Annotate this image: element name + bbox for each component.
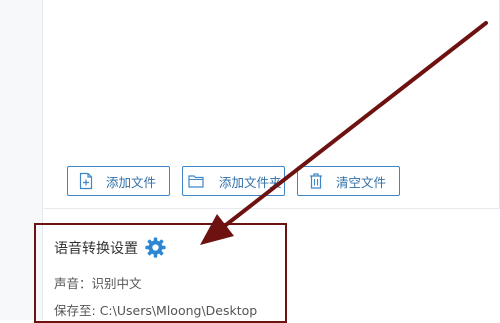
voice-label: 声音： <box>54 276 92 291</box>
voice-setting: 声音：识别中文 <box>54 273 142 292</box>
save-location-setting: 保存至: C:\Users\Mloong\Desktop <box>54 300 257 319</box>
add-folder-label: 添加文件夹 <box>219 174 282 190</box>
clear-files-label: 清空文件 <box>336 174 387 190</box>
gear-icon[interactable] <box>145 237 166 258</box>
save-label: 保存至: <box>54 303 100 318</box>
voice-value[interactable]: 识别中文 <box>92 276 142 291</box>
panel-divider <box>44 208 500 209</box>
add-file-button[interactable]: 添加文件 <box>67 166 170 196</box>
trash-icon <box>308 172 324 190</box>
add-folder-button[interactable]: 添加文件夹 <box>182 166 285 196</box>
settings-title: 语音转换设置 <box>54 241 138 257</box>
save-path[interactable]: C:\Users\Mloong\Desktop <box>100 303 258 318</box>
folder-icon <box>188 172 204 190</box>
clear-files-button[interactable]: 清空文件 <box>297 166 400 196</box>
file-plus-icon <box>78 172 94 190</box>
add-file-label: 添加文件 <box>106 174 157 190</box>
